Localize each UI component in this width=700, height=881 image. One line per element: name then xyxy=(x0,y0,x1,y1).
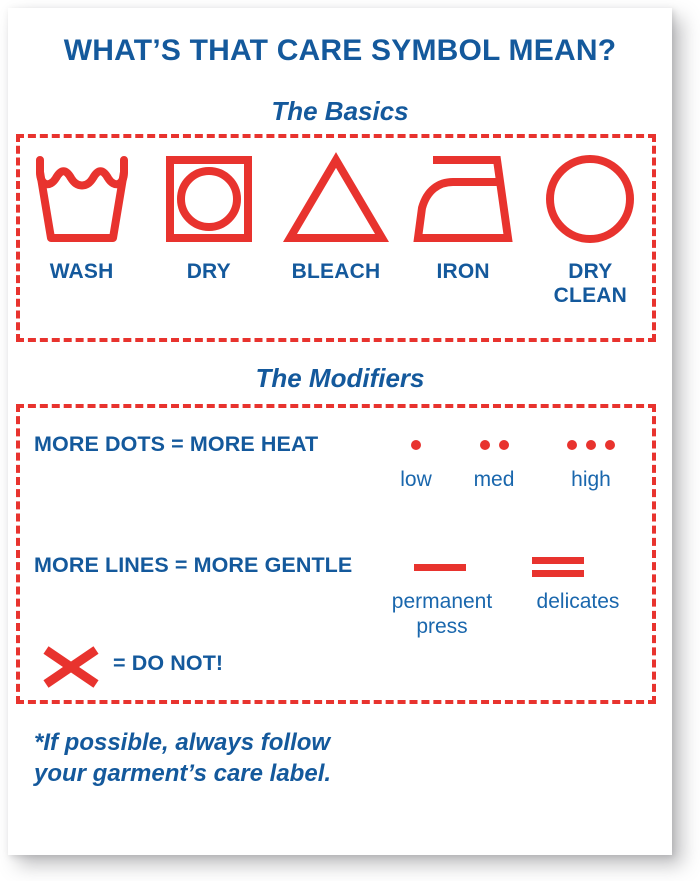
dot-group-low xyxy=(378,440,454,450)
infographic-root: WHAT’S THAT CARE SYMBOL MEAN? The Basics… xyxy=(0,0,700,881)
basics-symbol-row: WASH DRY BLEACH IRON DRY CLEAN xyxy=(18,144,654,334)
symbol-label-wash: WASH xyxy=(49,260,114,283)
section-heading-basics: The Basics xyxy=(271,96,409,126)
footer-note: *If possible, always follow your garment… xyxy=(34,728,634,789)
page-title: WHAT’S THAT CARE SYMBOL MEAN? xyxy=(63,34,617,67)
heat-dot xyxy=(498,440,509,450)
dot-label-low: low xyxy=(400,468,432,491)
dot-group-high xyxy=(548,440,634,450)
dry-clean-circle-icon xyxy=(542,144,638,254)
gentle-bar xyxy=(532,570,584,577)
heat-dot xyxy=(605,440,615,450)
line-group-permanent-press xyxy=(414,564,466,571)
footer-line-1: *If possible, always follow xyxy=(34,729,331,756)
gentle-bar xyxy=(532,557,584,564)
section-heading-modifiers: The Modifiers xyxy=(255,363,425,393)
symbol-label-iron: IRON xyxy=(436,260,490,283)
rule-text-lines: MORE LINES = MORE GENTLE xyxy=(34,553,353,577)
symbol-cell-dry-clean: DRY CLEAN xyxy=(530,144,650,308)
bleach-triangle-icon xyxy=(281,144,391,254)
heat-dot xyxy=(586,440,596,450)
heat-dot xyxy=(567,440,577,450)
iron-icon xyxy=(409,144,517,254)
symbol-cell-wash: WASH xyxy=(22,144,142,284)
footer-line-2: your garment’s care label. xyxy=(34,759,332,787)
symbol-cell-iron: IRON xyxy=(403,144,523,284)
dry-square-circle-icon xyxy=(162,144,256,254)
x-cross-icon xyxy=(41,645,101,689)
rule-text-do-not: = DO NOT! xyxy=(113,651,224,675)
dot-label-med: med xyxy=(473,468,515,491)
symbol-cell-bleach: BLEACH xyxy=(276,144,396,284)
gentle-bar xyxy=(414,564,466,571)
line-group-delicates xyxy=(532,557,584,577)
line-label-permanent-press: permanent press xyxy=(391,590,493,638)
heat-dot xyxy=(411,440,421,450)
line-label-delicates: delicates xyxy=(536,590,620,613)
dot-group-med xyxy=(456,440,532,450)
symbol-label-bleach: BLEACH xyxy=(291,260,381,283)
symbol-label-dry: DRY xyxy=(186,260,231,283)
info-card: WHAT’S THAT CARE SYMBOL MEAN? The Basics… xyxy=(8,8,672,855)
dot-label-high: high xyxy=(571,468,611,491)
rule-text-dots: MORE DOTS = MORE HEAT xyxy=(34,432,319,456)
wash-tub-icon xyxy=(30,144,134,254)
heat-dot xyxy=(479,440,490,450)
symbol-cell-dry: DRY xyxy=(149,144,269,284)
card-content: WHAT’S THAT CARE SYMBOL MEAN? The Basics… xyxy=(8,8,672,855)
symbol-label-dry-clean: DRY CLEAN xyxy=(553,260,628,307)
